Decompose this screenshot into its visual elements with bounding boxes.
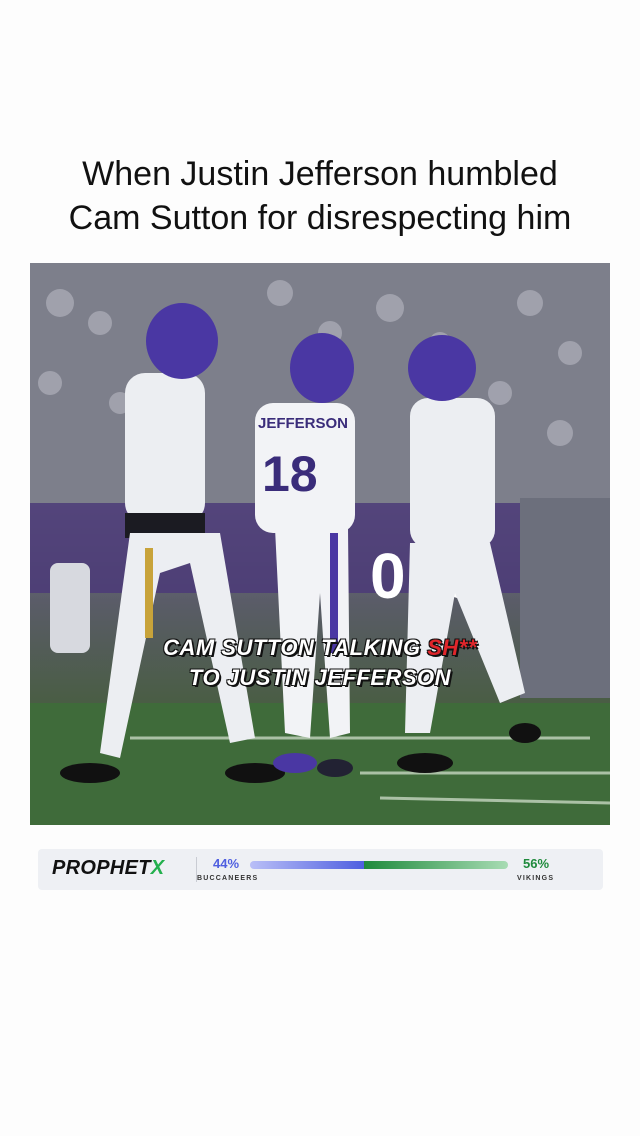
- video-frame[interactable]: 0: 5 JEFFERSON 18: [30, 263, 610, 825]
- right-team-percent: 56%: [523, 856, 550, 871]
- prophetx-odds-banner[interactable]: PROPHETX 44% BUCCANEERS 56% VIKINGS: [38, 849, 603, 890]
- caption-text: CAM SUTTON TALKING: [163, 635, 428, 660]
- headline-line-2: Cam Sutton for disrespecting him: [68, 199, 572, 237]
- caption-line-2: TO JUSTIN JEFFERSON: [188, 665, 452, 690]
- odds-bar-left: [250, 861, 364, 869]
- caption-censored: SH**: [427, 635, 477, 660]
- logo-text: PROPHET: [52, 857, 151, 879]
- logo-accent: X: [150, 857, 165, 879]
- jersey-name: JEFFERSON: [258, 415, 348, 432]
- left-team-percent: 44%: [213, 856, 240, 871]
- prophetx-logo: PROPHETX: [52, 857, 164, 880]
- right-team-name: VIKINGS: [517, 875, 555, 882]
- headline-line-1: When Justin Jefferson humbled: [82, 155, 558, 193]
- video-scene: 0: 5 JEFFERSON 18: [30, 263, 610, 825]
- post-headline: When Justin Jefferson humbled Cam Sutton…: [0, 152, 640, 240]
- caption-line-1: CAM SUTTON TALKING SH**: [30, 635, 610, 661]
- odds-bar-right: [363, 861, 508, 869]
- jersey-number: 18: [262, 446, 318, 502]
- odds-bar: [250, 861, 508, 869]
- left-team-name: BUCCANEERS: [197, 875, 259, 882]
